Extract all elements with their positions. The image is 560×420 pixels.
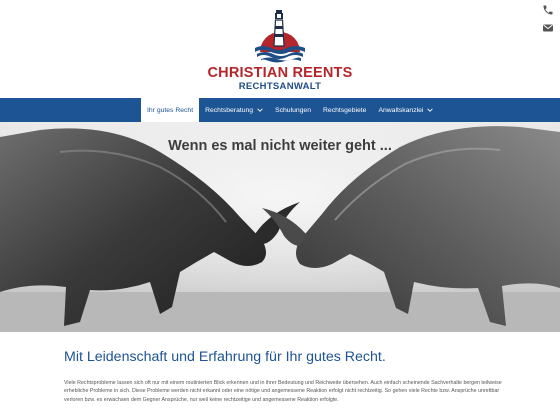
nav-item-rechtsgebiete[interactable]: Rechtsgebiete: [317, 98, 372, 122]
lighthouse-logo-icon: [255, 10, 305, 63]
nav-item-ihr-gutes-recht[interactable]: Ihr gutes Recht: [141, 98, 200, 122]
nav-item-schulungen[interactable]: Schulungen: [269, 98, 317, 122]
nav-item-label: Anwaltskanzlei: [378, 106, 424, 114]
main-nav: Ihr gutes Recht Rechtsberatung Schulunge…: [0, 98, 560, 122]
hero-banner: Wenn es mal nicht weiter geht ...: [0, 122, 560, 332]
nav-item-label: Ihr gutes Recht: [147, 106, 194, 114]
intro-paragraph: Viele Rechtsprobleme lassen sich oft nur…: [64, 380, 502, 403]
hero-title: Wenn es mal nicht weiter geht ...: [168, 138, 392, 154]
nav-item-rechtsberatung[interactable]: Rechtsberatung: [199, 98, 269, 122]
chevron-down-icon: [427, 108, 434, 112]
nav-item-label: Rechtsgebiete: [323, 106, 367, 114]
nav-item-anwaltskanzlei[interactable]: Anwaltskanzlei: [372, 98, 439, 122]
brand-subtitle: RECHTSANWALT: [238, 81, 322, 92]
page-headline: Mit Leidenschaft und Erfahrung für Ihr g…: [64, 349, 386, 365]
chevron-down-icon: [257, 108, 263, 112]
nav-item-label: Rechtsberatung: [205, 106, 254, 114]
nav-item-label: Schulungen: [275, 106, 311, 114]
brand-logo[interactable]: CHRISTIAN REENTS RECHTSANWALT: [0, 8, 560, 92]
brand-name: CHRISTIAN REENTS: [207, 65, 353, 81]
nav-items: Ihr gutes Recht Rechtsberatung Schulunge…: [141, 98, 439, 122]
